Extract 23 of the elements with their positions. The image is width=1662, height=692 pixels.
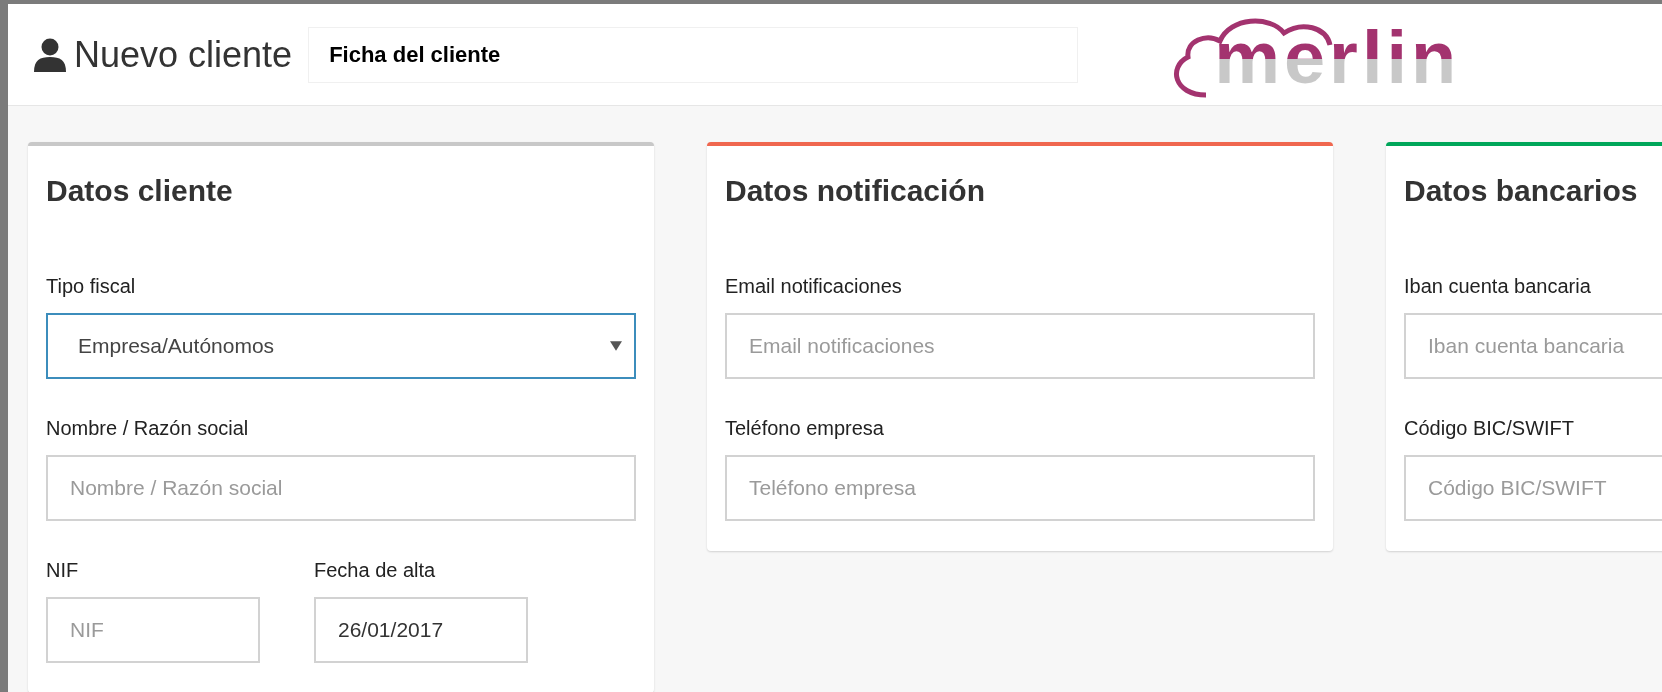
select-field[interactable]: Empresa/Autónomos (46, 313, 636, 379)
input-field[interactable]: Iban cuenta bancaria (1404, 313, 1662, 379)
input-field[interactable]: Nombre / Razón social (46, 455, 636, 521)
card-title: Datos cliente (46, 173, 234, 209)
field-label: Fecha de alta (314, 558, 437, 583)
card-title: Datos notificación (725, 173, 987, 209)
input-field[interactable]: Teléfono empresa (725, 455, 1315, 521)
field-label: Email notificaciones (725, 274, 903, 299)
caret-icon (610, 340, 622, 352)
page-title: Nuevo cliente (74, 32, 293, 77)
input-field[interactable]: NIF (46, 597, 260, 663)
card-title: Datos bancarios (1404, 173, 1639, 209)
field-label: Tipo fiscal (46, 274, 137, 299)
title-field[interactable]: Ficha del cliente (308, 26, 1079, 83)
user-icon (34, 37, 66, 72)
field-label: Iban cuenta bancaria (1404, 274, 1592, 299)
field-label: Código BIC/SWIFT (1404, 416, 1576, 441)
field-label: Teléfono empresa (725, 416, 885, 441)
input-field[interactable]: Código BIC/SWIFT (1404, 455, 1662, 521)
input-field[interactable]: 26/01/2017 (314, 597, 528, 663)
field-label: Nombre / Razón social (46, 416, 250, 441)
field-label: NIF (46, 558, 80, 583)
input-field[interactable]: Email notificaciones (725, 313, 1315, 379)
